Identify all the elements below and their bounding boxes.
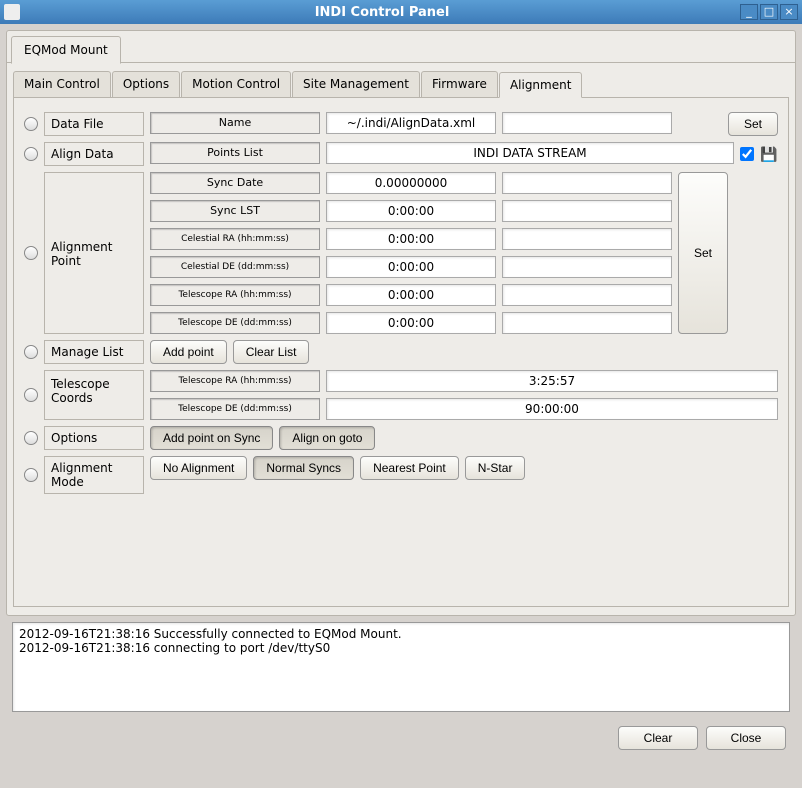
close-window-button[interactable]: ×	[780, 4, 798, 20]
ap-name-0: Sync Date	[150, 172, 320, 194]
led-options	[24, 431, 38, 445]
window: INDI Control Panel _ □ × EQMod Mount Mai…	[0, 0, 802, 788]
mode-no-alignment-button[interactable]: No Alignment	[150, 456, 247, 480]
add-point-button[interactable]: Add point	[150, 340, 227, 364]
label-data-file: Data File	[44, 112, 144, 136]
ap-name-5: Telescope DE (dd:mm:ss)	[150, 312, 320, 334]
label-alignment-mode: Alignment Mode	[44, 456, 144, 494]
led-alignment-mode	[24, 468, 38, 482]
ap-value-3: 0:00:00	[326, 256, 496, 278]
ap-name-2: Celestial RA (hh:mm:ss)	[150, 228, 320, 250]
clear-button[interactable]: Clear	[618, 726, 698, 750]
row-alignment-point: Alignment Point Sync Date Sync LST Celesti…	[24, 172, 778, 334]
ap-value-0: 0.00000000	[326, 172, 496, 194]
led-data-file	[24, 117, 38, 131]
row-data-file: Data File Name ~/.indi/AlignData.xml Set	[24, 112, 778, 136]
tab-alignment[interactable]: Alignment	[499, 72, 582, 98]
ap-input-5[interactable]	[502, 312, 672, 334]
input-data-file[interactable]	[502, 112, 672, 134]
tc-name-0: Telescope RA (hh:mm:ss)	[150, 370, 320, 392]
client-area: EQMod Mount Main ControlOptionsMotion Co…	[0, 24, 802, 764]
value-data-file: ~/.indi/AlignData.xml	[326, 112, 496, 134]
tab-site-management[interactable]: Site Management	[292, 71, 420, 97]
tab-eqmod-mount[interactable]: EQMod Mount	[11, 36, 121, 64]
device-body: Main ControlOptionsMotion ControlSite Ma…	[7, 62, 795, 615]
row-alignment-mode: Alignment Mode No AlignmentNormal SyncsN…	[24, 456, 778, 494]
ap-input-3[interactable]	[502, 256, 672, 278]
disk-icon[interactable]: 💾	[760, 147, 778, 161]
ap-input-1[interactable]	[502, 200, 672, 222]
clear-list-button[interactable]: Clear List	[233, 340, 310, 364]
ap-input-2[interactable]	[502, 228, 672, 250]
device-tabbar: EQMod Mount	[7, 31, 795, 63]
mode-normal-syncs-button[interactable]: Normal Syncs	[253, 456, 354, 480]
tab-motion-control[interactable]: Motion Control	[181, 71, 291, 97]
field-name-align-data: Points List	[150, 142, 320, 164]
footer: Clear Close	[6, 718, 796, 758]
alignment-panel: Data File Name ~/.indi/AlignData.xml Set…	[13, 97, 789, 607]
add-point-on-sync-button[interactable]: Add point on Sync	[150, 426, 273, 450]
ap-input-0[interactable]	[502, 172, 672, 194]
field-name-data-file: Name	[150, 112, 320, 134]
log-line: 2012-09-16T21:38:16 Successfully connect…	[19, 627, 783, 641]
tc-value-0: 3:25:57	[326, 370, 778, 392]
label-alignment-point: Alignment Point	[44, 172, 144, 334]
align-data-checkbox[interactable]	[740, 147, 754, 161]
window-title: INDI Control Panel	[24, 5, 740, 20]
tab-options[interactable]: Options	[112, 71, 180, 97]
ap-input-4[interactable]	[502, 284, 672, 306]
close-button[interactable]: Close	[706, 726, 786, 750]
row-telescope-coords: Telescope Coords Telescope RA (hh:mm:ss)…	[24, 370, 778, 420]
label-manage-list: Manage List	[44, 340, 144, 364]
tab-firmware[interactable]: Firmware	[421, 71, 498, 97]
ap-name-3: Celestial DE (dd:mm:ss)	[150, 256, 320, 278]
maximize-button[interactable]: □	[760, 4, 778, 20]
tc-value-1: 90:00:00	[326, 398, 778, 420]
value-align-data: INDI DATA STREAM	[326, 142, 734, 164]
section-tabbar: Main ControlOptionsMotion ControlSite Ma…	[13, 67, 789, 97]
row-manage-list: Manage List Add point Clear List	[24, 340, 778, 364]
ap-name-1: Sync LST	[150, 200, 320, 222]
app-icon	[4, 4, 20, 20]
label-telescope-coords: Telescope Coords	[44, 370, 144, 420]
ap-value-1: 0:00:00	[326, 200, 496, 222]
ap-value-5: 0:00:00	[326, 312, 496, 334]
log-line: 2012-09-16T21:38:16 connecting to port /…	[19, 641, 783, 655]
log-area[interactable]: 2012-09-16T21:38:16 Successfully connect…	[12, 622, 790, 712]
tc-name-1: Telescope DE (dd:mm:ss)	[150, 398, 320, 420]
label-align-data: Align Data	[44, 142, 144, 166]
device-tabset: EQMod Mount Main ControlOptionsMotion Co…	[6, 30, 796, 616]
ap-value-4: 0:00:00	[326, 284, 496, 306]
mode-n-star-button[interactable]: N-Star	[465, 456, 526, 480]
titlebar: INDI Control Panel _ □ ×	[0, 0, 802, 24]
minimize-button[interactable]: _	[740, 4, 758, 20]
set-alignment-point-button[interactable]: Set	[678, 172, 728, 334]
align-on-goto-button[interactable]: Align on goto	[279, 426, 375, 450]
row-options: Options Add point on Sync Align on goto	[24, 426, 778, 450]
set-data-file-button[interactable]: Set	[728, 112, 778, 136]
ap-value-2: 0:00:00	[326, 228, 496, 250]
row-align-data: Align Data Points List INDI DATA STREAM …	[24, 142, 778, 166]
label-options: Options	[44, 426, 144, 450]
led-telescope-coords	[24, 388, 38, 402]
mode-nearest-point-button[interactable]: Nearest Point	[360, 456, 459, 480]
led-manage-list	[24, 345, 38, 359]
led-align-data	[24, 147, 38, 161]
led-alignment-point	[24, 246, 38, 260]
tab-main-control[interactable]: Main Control	[13, 71, 111, 97]
ap-name-4: Telescope RA (hh:mm:ss)	[150, 284, 320, 306]
